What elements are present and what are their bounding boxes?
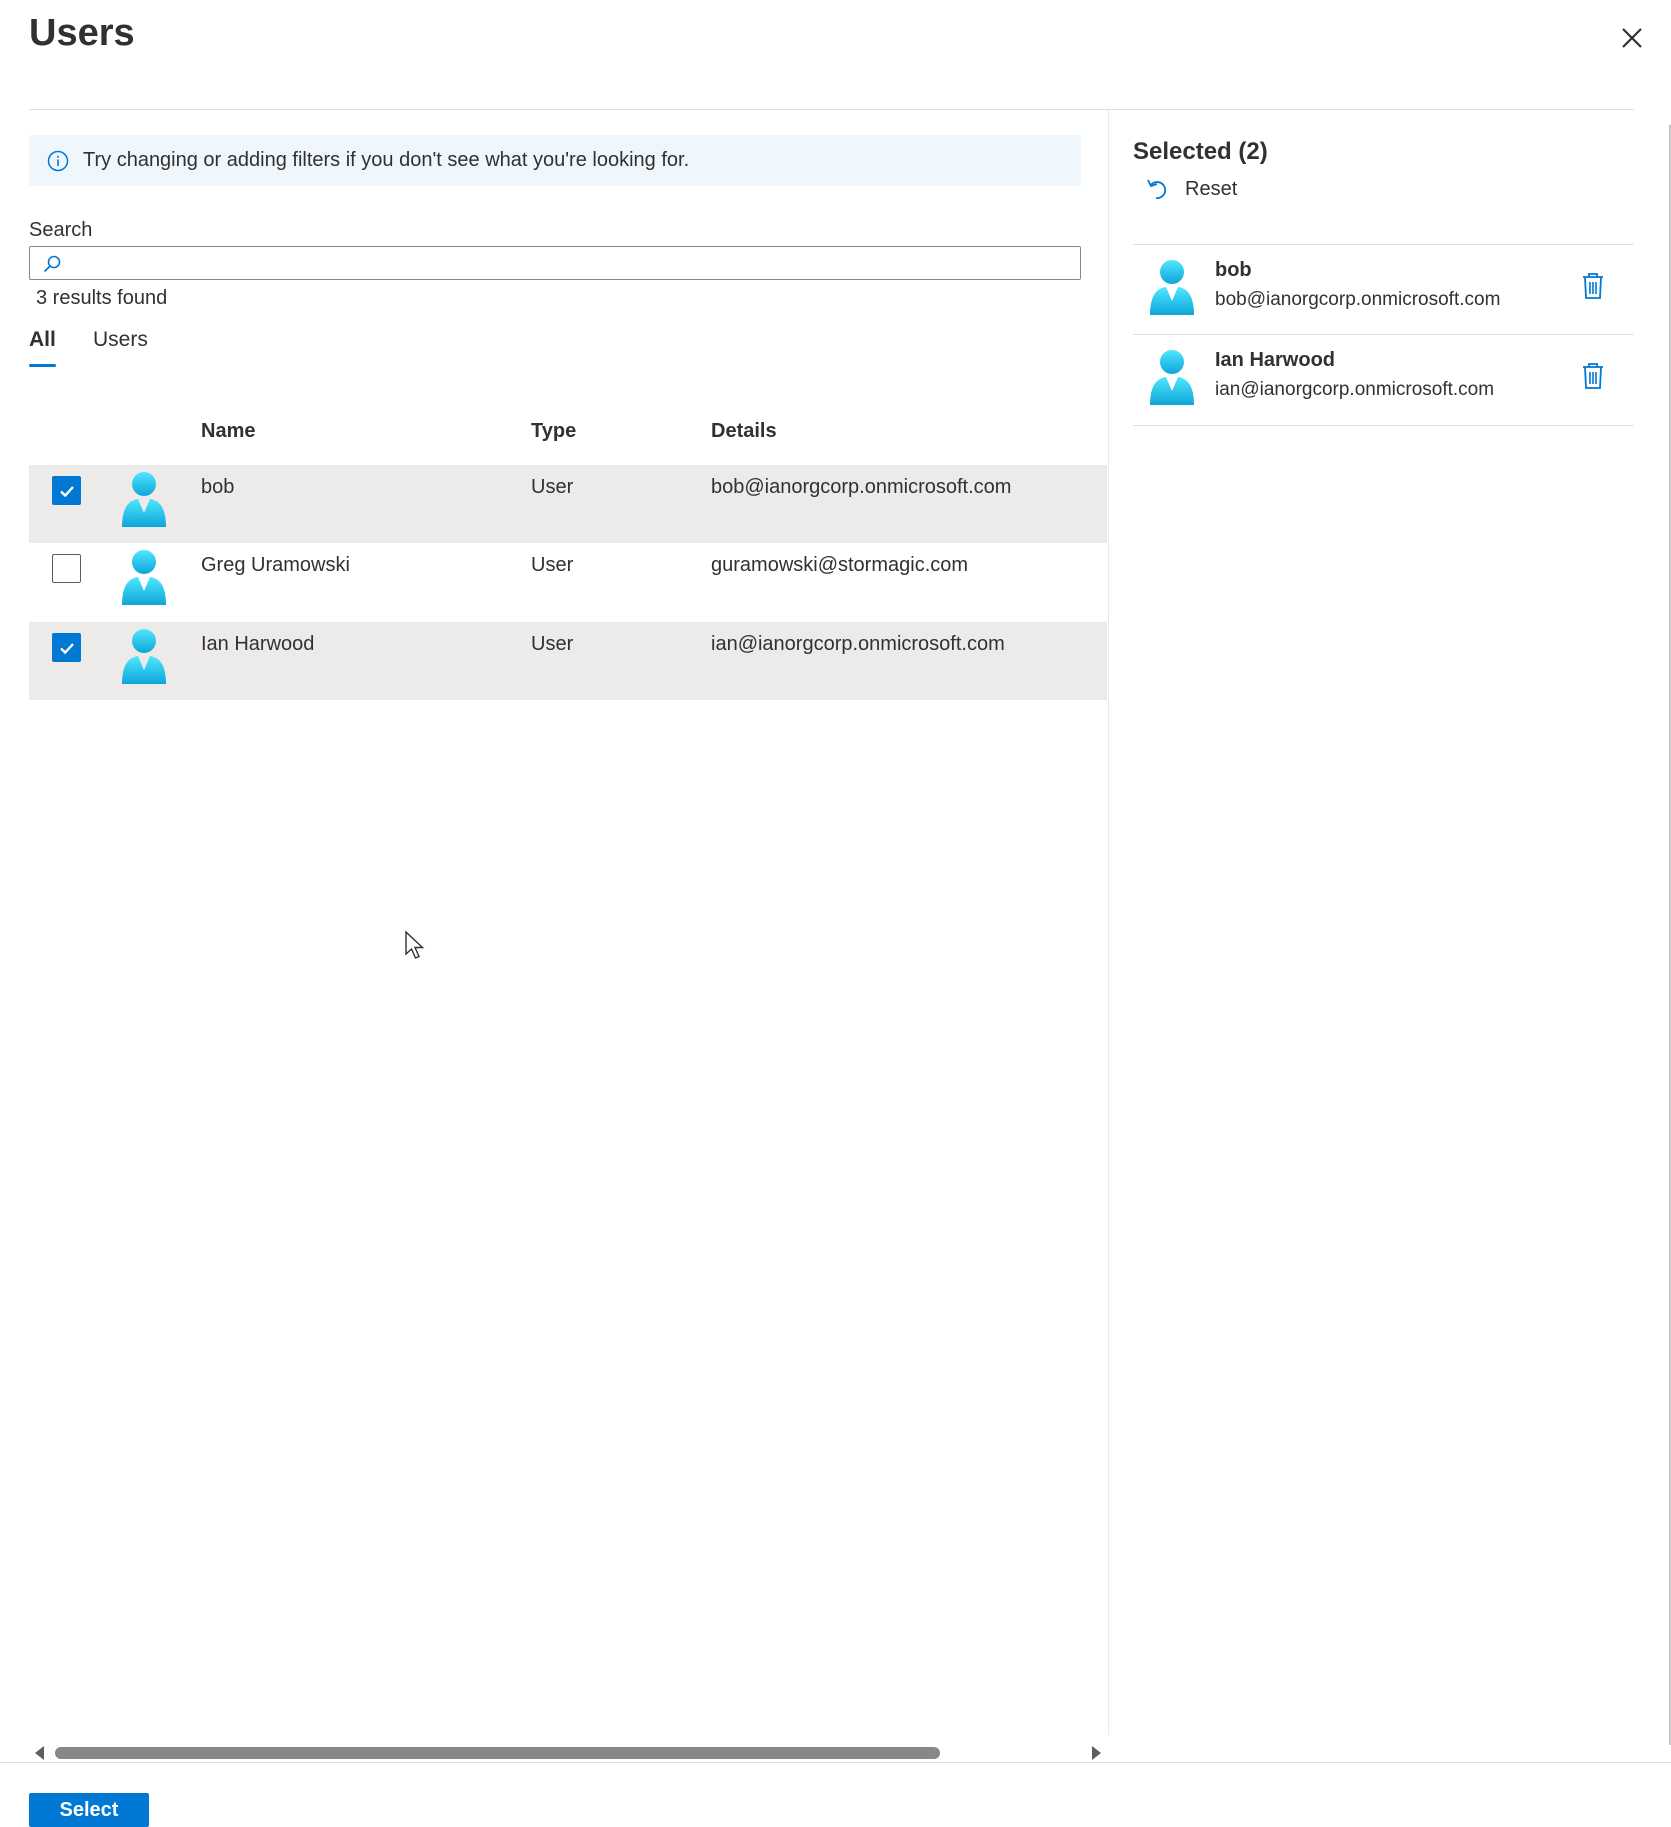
footer-divider: [0, 1762, 1671, 1763]
table-row[interactable]: bob User bob@ianorgcorp.onmicrosoft.com: [29, 465, 1107, 543]
info-banner: Try changing or adding filters if you do…: [29, 135, 1081, 186]
trash-icon[interactable]: [1580, 271, 1606, 301]
results-count: 3 results found: [36, 287, 168, 309]
scroll-left-arrow-icon[interactable]: [35, 1746, 44, 1760]
close-button[interactable]: [1614, 20, 1650, 56]
page-title: Users: [29, 12, 135, 54]
cell-type: User: [531, 476, 574, 498]
undo-icon: [1147, 179, 1167, 199]
selected-item-name: Ian Harwood: [1215, 349, 1336, 371]
table-row[interactable]: Greg Uramowski User guramowski@stormagic…: [29, 543, 1107, 621]
column-header-type[interactable]: Type: [531, 420, 576, 443]
cell-type: User: [531, 554, 574, 576]
selected-item-email: ian@ianorgcorp.onmicrosoft.com: [1215, 379, 1495, 400]
reset-label: Reset: [1185, 177, 1238, 200]
scrollbar-thumb[interactable]: [55, 1747, 940, 1759]
active-tab-indicator: [29, 364, 56, 367]
mouse-cursor-icon: [405, 930, 425, 959]
selected-divider: [1133, 425, 1634, 426]
search-icon: [43, 255, 61, 273]
cell-details: ian@ianorgcorp.onmicrosoft.com: [711, 633, 1005, 655]
checkmark-icon: [60, 486, 74, 498]
cell-name: Ian Harwood: [201, 633, 315, 655]
column-header-name[interactable]: Name: [201, 420, 255, 443]
user-avatar-icon: [1150, 350, 1194, 405]
trash-icon[interactable]: [1580, 361, 1606, 391]
user-avatar-icon: [1150, 260, 1194, 315]
header-divider: [29, 109, 1634, 110]
search-label: Search: [29, 219, 93, 241]
row-checkbox[interactable]: [52, 476, 81, 505]
select-button[interactable]: Select: [29, 1793, 149, 1827]
tab-all[interactable]: All: [29, 328, 56, 352]
close-icon: [1622, 28, 1642, 48]
column-divider: [1108, 110, 1109, 1735]
table-row[interactable]: Ian Harwood User ian@ianorgcorp.onmicros…: [29, 622, 1107, 700]
cell-details: bob@ianorgcorp.onmicrosoft.com: [711, 476, 1012, 498]
search-box[interactable]: [29, 246, 1081, 281]
user-avatar-icon: [122, 472, 166, 527]
user-avatar-icon: [122, 550, 166, 605]
scroll-right-arrow-icon[interactable]: [1092, 1746, 1101, 1760]
search-input[interactable]: [72, 247, 1066, 281]
checkmark-icon: [60, 643, 74, 655]
row-checkbox[interactable]: [52, 633, 81, 662]
user-avatar-icon: [122, 629, 166, 684]
selected-item-name: bob: [1215, 259, 1252, 281]
column-header-details[interactable]: Details: [711, 420, 777, 443]
row-checkbox[interactable]: [52, 554, 81, 583]
reset-button[interactable]: Reset: [1145, 176, 1237, 202]
selected-item: bob bob@ianorgcorp.onmicrosoft.com: [1133, 245, 1634, 335]
selected-item-email: bob@ianorgcorp.onmicrosoft.com: [1215, 289, 1501, 310]
cell-details: guramowski@stormagic.com: [711, 554, 969, 576]
cell-type: User: [531, 633, 574, 655]
selected-item: Ian Harwood ian@ianorgcorp.onmicrosoft.c…: [1133, 335, 1634, 425]
info-message: Try changing or adding filters if you do…: [83, 149, 690, 171]
tab-users[interactable]: Users: [93, 328, 148, 352]
cell-name: bob: [201, 476, 235, 498]
cell-name: Greg Uramowski: [201, 554, 350, 576]
selected-title: Selected (2): [1133, 138, 1268, 165]
info-icon: [47, 150, 69, 171]
